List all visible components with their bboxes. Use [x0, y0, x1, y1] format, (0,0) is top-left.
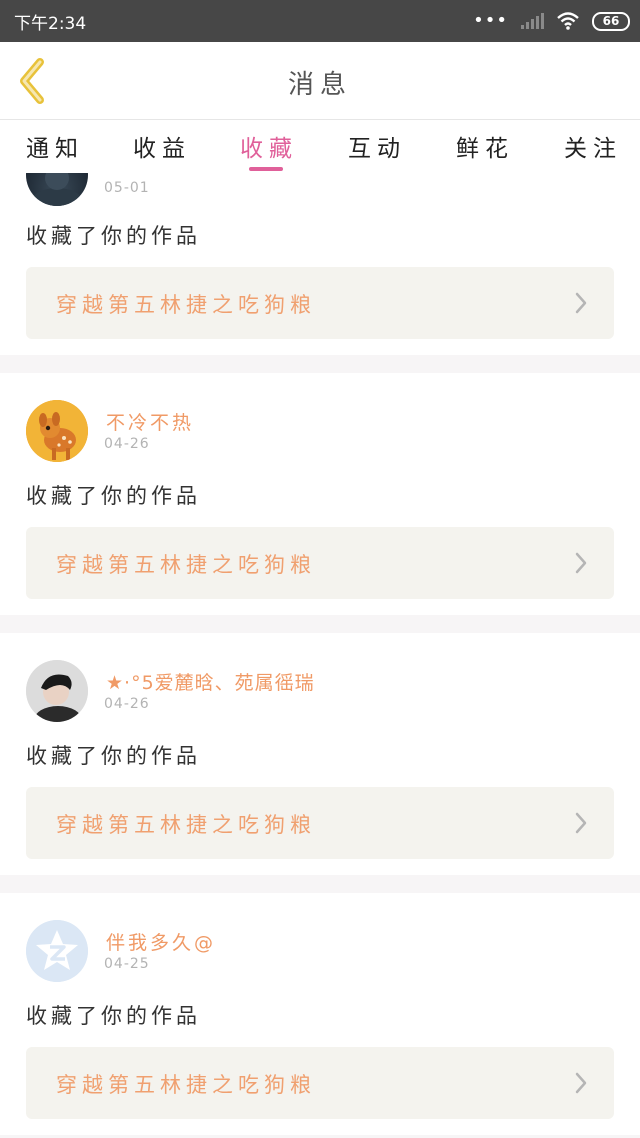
work-title: 穿越第五林捷之吃狗粮 — [56, 293, 316, 317]
active-tab-indicator — [249, 167, 283, 171]
tab-flowers[interactable]: 鲜花 — [456, 129, 514, 163]
wifi-icon — [557, 12, 579, 30]
battery-icon: 66 — [592, 11, 630, 31]
chevron-right-icon — [575, 1072, 587, 1094]
avatar[interactable] — [26, 660, 88, 722]
work-link[interactable]: 穿越第五林捷之吃狗粮 — [26, 267, 614, 339]
message-date: 04-26 — [104, 436, 150, 452]
chevron-right-icon — [575, 552, 587, 574]
work-title: 穿越第五林捷之吃狗粮 — [56, 813, 316, 837]
status-time: 下午2:34 — [14, 14, 87, 34]
qzone-default-avatar-icon — [26, 920, 88, 982]
divider — [0, 355, 640, 373]
tab-follows[interactable]: 关注 — [564, 129, 622, 163]
tab-earnings[interactable]: 收益 — [133, 129, 191, 163]
tab-bar: 通知 收益 收藏 互动 鲜花 关注 — [0, 121, 640, 173]
tab-interactions[interactable]: 互动 — [348, 129, 406, 163]
message-action: 收藏了你的作品 — [26, 224, 201, 248]
user-name[interactable]: ★·°5爱麓晗、苑属徭瑞 — [106, 668, 315, 695]
list-item[interactable]: ★·°5爱麓晗、苑属徭瑞 04-26 收藏了你的作品 穿越第五林捷之吃狗粮 — [0, 633, 640, 875]
more-dots-icon: ••• — [473, 10, 508, 31]
work-title: 穿越第五林捷之吃狗粮 — [56, 553, 316, 577]
avatar[interactable] — [26, 173, 88, 206]
list-item[interactable]: 不冷不热 04-26 收藏了你的作品 穿越第五林捷之吃狗粮 — [0, 373, 640, 615]
message-date: 04-25 — [104, 956, 150, 972]
signal-icon — [521, 13, 544, 29]
person-avatar-image — [26, 660, 88, 722]
message-action: 收藏了你的作品 — [26, 1004, 201, 1028]
list-item[interactable]: 伴我多久@ 04-25 收藏了你的作品 穿越第五林捷之吃狗粮 — [0, 893, 640, 1135]
tab-notifications[interactable]: 通知 — [26, 129, 84, 163]
work-link[interactable]: 穿越第五林捷之吃狗粮 — [26, 527, 614, 599]
avatar-image — [31, 173, 83, 206]
message-date: 05-01 — [104, 180, 150, 196]
divider — [0, 615, 640, 633]
message-action: 收藏了你的作品 — [26, 484, 201, 508]
page-title: 消息 — [287, 70, 352, 100]
chevron-right-icon — [575, 812, 587, 834]
tab-favorites[interactable]: 收藏 — [240, 129, 298, 163]
message-list[interactable]: 05-01 收藏了你的作品 穿越第五林捷之吃狗粮 不冷不热 04-26 收藏了你… — [0, 173, 640, 1138]
chevron-right-icon — [575, 292, 587, 314]
message-date: 04-26 — [104, 696, 150, 712]
avatar[interactable] — [26, 920, 88, 982]
user-name[interactable]: 不冷不热 — [106, 408, 194, 435]
user-name[interactable]: 伴我多久@ — [106, 928, 216, 955]
nav-header: 消息 — [0, 42, 640, 120]
fawn-avatar-image — [26, 400, 88, 462]
work-title: 穿越第五林捷之吃狗粮 — [56, 1073, 316, 1097]
divider — [0, 875, 640, 893]
status-bar: 下午2:34 ••• 66 — [0, 0, 640, 42]
work-link[interactable]: 穿越第五林捷之吃狗粮 — [26, 1047, 614, 1119]
avatar[interactable] — [26, 400, 88, 462]
work-link[interactable]: 穿越第五林捷之吃狗粮 — [26, 787, 614, 859]
status-icons: ••• 66 — [473, 7, 630, 35]
message-action: 收藏了你的作品 — [26, 744, 201, 768]
battery-level: 66 — [602, 14, 620, 28]
list-item[interactable]: 05-01 收藏了你的作品 穿越第五林捷之吃狗粮 — [0, 173, 640, 355]
